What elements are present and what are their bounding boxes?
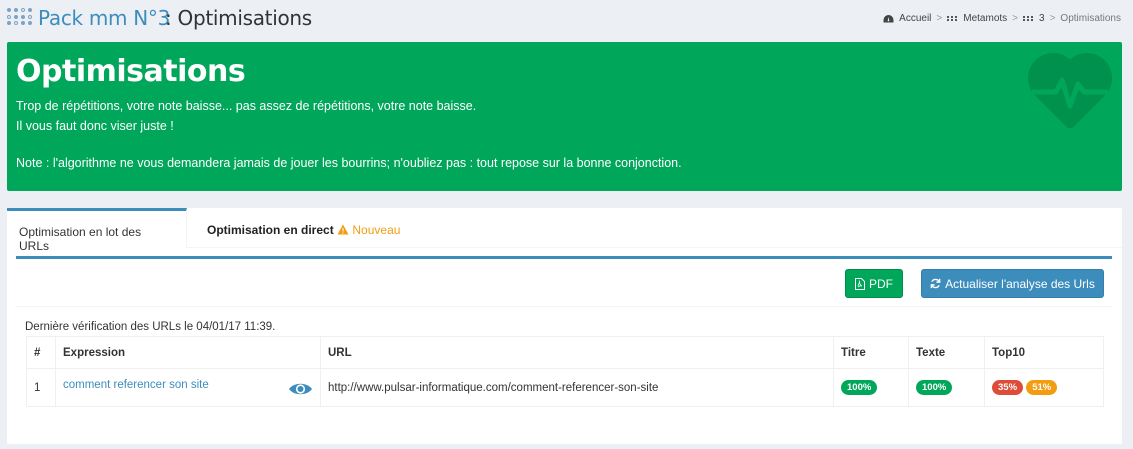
top10-badge-b: 51% (1026, 380, 1058, 395)
heart-pulse-icon (1028, 52, 1112, 128)
refresh-icon (930, 278, 941, 289)
page-title[interactable]: Pack mm N°3 (38, 6, 170, 30)
row-url: http://www.pulsar-informatique.com/comme… (320, 368, 834, 407)
col-url: URL (320, 336, 834, 369)
breadcrumb-current: Optimisations (1060, 13, 1121, 24)
callout-title: Optimisations (16, 54, 246, 89)
row-texte-cell: 100% (908, 368, 985, 407)
row-top10-cell: 35% 51% (984, 368, 1104, 407)
col-expression: Expression (55, 336, 321, 369)
breadcrumb-metamots[interactable]: Metamots (963, 13, 1007, 24)
warning-icon (337, 224, 349, 235)
row-num: 1 (26, 368, 56, 407)
texte-badge: 100% (916, 380, 953, 395)
pdf-button[interactable]: PDF (845, 269, 903, 298)
row-titre-cell: 100% (833, 368, 909, 407)
callout-text-line3: Note : l'algorithme ne vous demandera ja… (16, 156, 682, 170)
expression-link[interactable]: comment referencer son site (63, 379, 209, 391)
titre-badge: 100% (841, 380, 878, 395)
braille-icon (947, 16, 958, 21)
breadcrumb-separator: > (936, 13, 943, 24)
refresh-urls-button[interactable]: Actualiser l'analyse des Urls (921, 269, 1104, 298)
breadcrumb: Accueil > Metamots > 3 > Optimisations (883, 13, 1121, 24)
info-callout: Optimisations Trop de répétitions, votre… (7, 42, 1122, 191)
dashboard-icon (883, 15, 894, 23)
breadcrumb-separator: > (1012, 13, 1019, 24)
top10-badge-a: 35% (992, 380, 1024, 395)
tab-direct[interactable]: Optimisation en direct Nouveau (195, 208, 412, 248)
col-titre: Titre (833, 336, 909, 369)
table-header-row: # Expression URL Titre Texte Top10 (26, 336, 1104, 369)
row-expression-cell: comment referencer son site (55, 368, 321, 407)
page-subtitle: : Optimisations (165, 6, 312, 30)
tab-batch-urls[interactable]: Optimisation en lot des URLs (7, 208, 187, 253)
page-header: Pack mm N°3 : Optimisations Accueil > Me… (0, 0, 1133, 38)
toolbar: PDF Actualiser l'analyse des Urls (16, 259, 1112, 307)
col-texte: Texte (908, 336, 985, 369)
tab-direct-label: Optimisation en direct (207, 223, 334, 237)
refresh-button-label: Actualiser l'analyse des Urls (945, 276, 1095, 291)
tab-bar: Optimisation en lot des URLs Optimisatio… (7, 208, 1122, 253)
new-badge: Nouveau (352, 223, 401, 237)
last-verification-text: Dernière vérification des URLs le 04/01/… (25, 321, 276, 333)
callout-text-line1: Trop de répétitions, votre note baisse..… (16, 99, 477, 113)
col-num: # (26, 336, 56, 369)
pdf-button-label: PDF (869, 276, 893, 291)
eye-icon[interactable] (288, 381, 313, 397)
col-top10: Top10 (984, 336, 1104, 369)
breadcrumb-home[interactable]: Accueil (899, 13, 931, 24)
braille-logo-icon (7, 8, 33, 26)
optimisation-panel: Optimisation en lot des URLs Optimisatio… (7, 208, 1122, 444)
tab-content: PDF Actualiser l'analyse des Urls Derniè… (16, 256, 1112, 416)
table-row: 1 comment referencer son site http://www… (26, 368, 1104, 407)
breadcrumb-item[interactable]: 3 (1039, 13, 1045, 24)
urls-table: # Expression URL Titre Texte Top10 1 com… (26, 336, 1104, 407)
braille-icon (1023, 16, 1034, 21)
file-pdf-icon (855, 277, 865, 290)
tab-batch-label: Optimisation en lot des URLs (19, 225, 142, 253)
callout-text-line2: Il vous faut donc viser juste ! (16, 119, 174, 133)
breadcrumb-separator: > (1049, 13, 1056, 24)
